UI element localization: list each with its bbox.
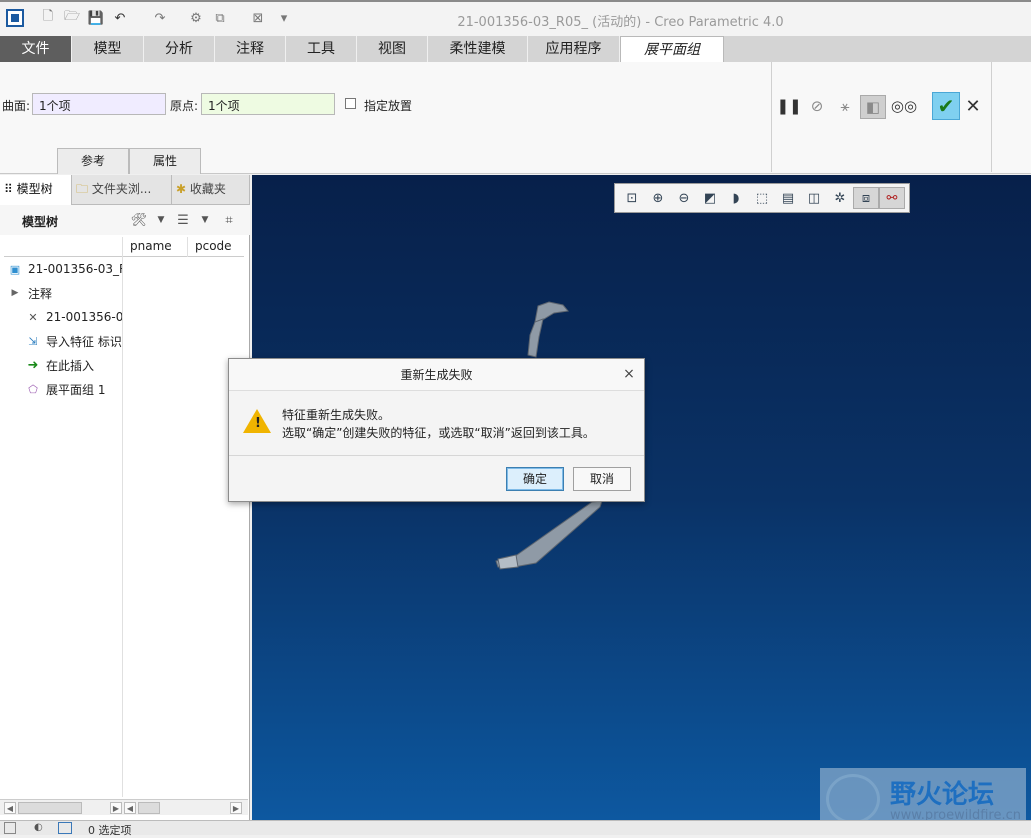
forum-logo-icon (826, 774, 880, 824)
tab-flatten-quilt[interactable]: 展平面组 (620, 36, 724, 62)
scroll-right-icon[interactable]: ▶ (110, 802, 122, 814)
model-top-flange (534, 301, 569, 323)
tree-title: 模型树 (22, 215, 59, 229)
cancel-x-icon[interactable]: ✕ (964, 96, 982, 117)
tree-filter-icon[interactable]: ☰ (174, 211, 192, 229)
tree-column-header: pname pcode (4, 237, 244, 257)
scroll-left-icon[interactable]: ◀ (4, 802, 16, 814)
navigator-panel: ⠿ 模型树 🗀 文件夹浏... ✱ 收藏夹 模型树 🛠 ▼ ☰ ▼ ⌗ pnam… (0, 175, 250, 820)
flatten-quilt-icon: ⬠ (28, 382, 38, 396)
place-label: 指定放置 (364, 99, 413, 113)
ok-button[interactable]: 确定 (506, 467, 564, 491)
tree-item-annotations[interactable]: ▶ 注释 (6, 282, 122, 304)
tab-annotate[interactable]: 注释 (215, 36, 286, 62)
glasses-icon[interactable]: ◎◎ (891, 95, 917, 117)
warning-mark: ! (255, 416, 261, 431)
column-divider (187, 237, 188, 257)
chevron-down-icon[interactable]: ▼ (152, 211, 170, 229)
ribbon-panel: 曲面: 1个项 原点: 1个项 指定放置 参考 属性 ❚❚ ⊘ ⚹ ◧ ◎◎ ✔… (0, 62, 1031, 174)
model-bracket-neck (527, 318, 544, 358)
tab-flexible-modeling[interactable]: 柔性建模 (428, 36, 528, 62)
ribbon-divider (991, 62, 992, 172)
column-pcode[interactable]: pcode (195, 239, 232, 253)
status-nav-icon[interactable]: ◐ (34, 822, 46, 834)
model-lower-tab (497, 554, 519, 570)
window-title: 21-001356-03_R05_ (活动的) - Creo Parametri… (457, 15, 784, 30)
scroll-thumb[interactable] (18, 802, 82, 814)
surface-label: 曲面: (2, 99, 31, 113)
folder-icon: 🗀 (76, 182, 92, 196)
ribbon-subtabs: 参考 属性 (57, 148, 201, 174)
navigator-tabs: ⠿ 模型树 🗀 文件夹浏... ✱ 收藏夹 (0, 175, 250, 205)
tab-model[interactable]: 模型 (72, 36, 144, 62)
tab-applications[interactable]: 应用程序 (528, 36, 620, 62)
origin-collector[interactable]: 1个项 (201, 93, 335, 115)
tree-item-import-feature[interactable]: ⇲ 导入特征 标识 (24, 330, 122, 352)
regeneration-failed-dialog: 重新生成失败 × ! 特征重新生成失败。 选取“确定”创建失败的特征，或选取“取… (228, 358, 645, 502)
tree-item-coordsys[interactable]: ✕ 21-001356-03 (24, 306, 122, 328)
status-toggle-icon[interactable] (4, 822, 16, 834)
preview-mesh-icon[interactable]: ⚹ (834, 95, 856, 117)
column-pname[interactable]: pname (130, 239, 172, 253)
tree-toolbar: 模型树 🛠 ▼ ☰ ▼ ⌗ (0, 205, 250, 235)
origin-label: 原点: (170, 99, 199, 113)
subtab-references[interactable]: 参考 (57, 148, 129, 174)
tree-item-insert-here[interactable]: ➜ 在此插入 (24, 354, 122, 376)
scroll-right-icon[interactable]: ▶ (230, 802, 242, 814)
no-preview-icon[interactable]: ⊘ (806, 95, 828, 117)
pause-icon[interactable]: ❚❚ (776, 95, 801, 117)
dialog-title: 重新生成失败 (229, 359, 644, 391)
ribbon-divider (771, 62, 772, 172)
status-browser-icon[interactable] (58, 822, 72, 834)
status-bar: ◐ 0 选定项 (0, 820, 1031, 837)
place-checkbox[interactable] (345, 98, 356, 109)
dialog-divider (229, 455, 644, 456)
tree-columns-icon[interactable]: ⌗ (220, 211, 238, 229)
coordinate-system-icon: ✕ (28, 310, 38, 324)
tab-model-tree[interactable]: ⠿ 模型树 (0, 175, 72, 205)
column-divider (122, 237, 123, 797)
ribbon-tabs: 文件 模型 分析 注释 工具 视图 柔性建模 应用程序 展平面组 (0, 36, 1031, 62)
dialog-message-line1: 特征重新生成失败。 (282, 408, 391, 422)
subtab-properties[interactable]: 属性 (129, 148, 201, 174)
tab-folder-browser[interactable]: 🗀 文件夹浏... (72, 175, 172, 205)
status-text: 0 选定项 (88, 824, 132, 837)
insert-arrow-icon: ➜ (27, 357, 39, 373)
tree-item-part[interactable]: ▣ 21-001356-03_R05 (6, 258, 122, 280)
cancel-button[interactable]: 取消 (573, 467, 631, 491)
title-bar: 🗋 🗁 💾 ↶ ↷ ⚙ ⧉ ⊠ ▾ 21-001356-03_R05_ (活动的… (0, 0, 1031, 36)
tree-settings-icon[interactable]: 🛠 (130, 211, 148, 229)
scroll-left-icon[interactable]: ◀ (124, 802, 136, 814)
tree-item-flatten-quilt[interactable]: ⬠ 展平面组 1 (24, 378, 122, 400)
scroll-thumb[interactable] (138, 802, 160, 814)
watermark-name: 野火论坛 (890, 780, 995, 810)
chevron-down-icon[interactable]: ▼ (196, 211, 214, 229)
verify-preview-icon[interactable]: ◧ (860, 95, 886, 119)
dialog-message-line2: 选取“确定”创建失败的特征，或选取“取消”返回到该工具。 (282, 426, 595, 440)
import-feature-icon: ⇲ (28, 334, 38, 348)
tab-file[interactable]: 文件 (0, 36, 72, 62)
ok-check-icon[interactable]: ✔ (932, 92, 960, 120)
horizontal-scrollbar[interactable]: ◀ ▶ ◀ ▶ (0, 799, 248, 815)
tab-tools[interactable]: 工具 (286, 36, 357, 62)
expand-arrow-icon: ▶ (11, 288, 19, 298)
tab-view[interactable]: 视图 (357, 36, 428, 62)
favorites-icon: ✱ (176, 182, 190, 196)
tab-analysis[interactable]: 分析 (144, 36, 215, 62)
tree-icon: ⠿ (4, 182, 17, 196)
close-icon[interactable]: × (622, 367, 636, 381)
part-icon: ▣ (9, 262, 21, 276)
surface-collector[interactable]: 1个项 (32, 93, 166, 115)
tab-favorites[interactable]: ✱ 收藏夹 (172, 175, 250, 205)
